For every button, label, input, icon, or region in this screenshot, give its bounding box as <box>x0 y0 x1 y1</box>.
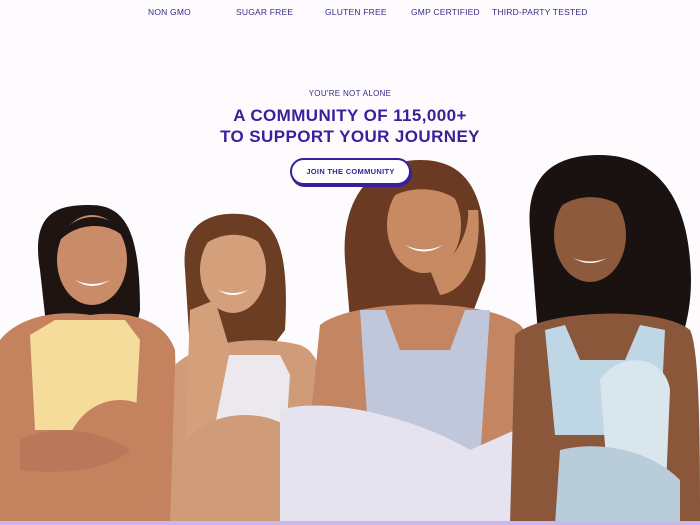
person-4 <box>510 155 700 525</box>
badge-gluten-free: GLUTEN FREE <box>325 7 387 17</box>
certification-badges: NON GMO SUGAR FREE GLUTEN FREE GMP CERTI… <box>0 0 700 24</box>
page: NON GMO SUGAR FREE GLUTEN FREE GMP CERTI… <box>0 0 700 525</box>
badge-gmp-certified: GMP CERTIFIED <box>411 7 480 17</box>
join-community-button[interactable]: JOIN THE COMMUNITY <box>290 158 411 185</box>
badge-sugar-free: SUGAR FREE <box>236 7 294 17</box>
bottom-divider <box>0 521 700 525</box>
badge-non-gmo: NON GMO <box>148 7 191 17</box>
hero-headline-line-2: TO SUPPORT YOUR JOURNEY <box>220 127 480 146</box>
badge-third-party-tested: THIRD-PARTY TESTED <box>492 7 588 17</box>
hero-headline-line-1: A COMMUNITY OF 115,000+ <box>233 106 467 125</box>
community-photo <box>0 155 700 525</box>
hero-eyebrow: YOU'RE NOT ALONE <box>308 89 392 98</box>
person-1 <box>0 205 180 525</box>
